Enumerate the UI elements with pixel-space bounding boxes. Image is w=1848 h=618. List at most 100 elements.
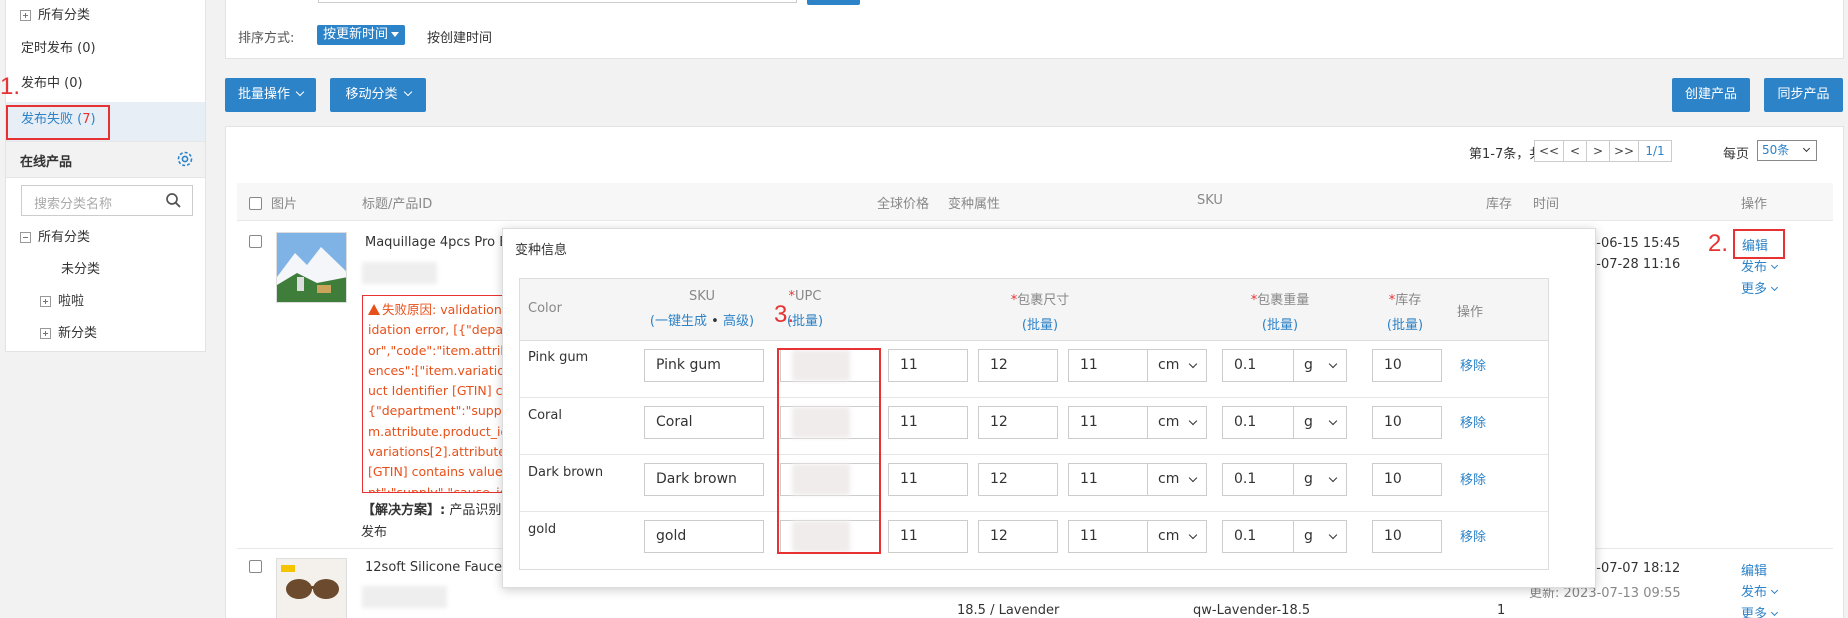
sidebar-item-all-categories[interactable]: 所有分类 [20, 0, 90, 33]
row-checkbox[interactable] [249, 235, 262, 248]
row1-more-link[interactable]: 更多 [1741, 278, 1779, 297]
stock-bulk-link[interactable]: 批量 [1392, 318, 1418, 333]
package-height-input[interactable]: 11 [1068, 520, 1148, 553]
size-unit-select[interactable]: cm [1147, 520, 1207, 553]
variant-stock-input[interactable]: 10 [1372, 406, 1442, 439]
table-header [237, 183, 1833, 221]
variant-sku-input[interactable]: Coral [644, 406, 764, 439]
package-height-input[interactable]: 11 [1068, 463, 1148, 496]
tree-item-new-category[interactable]: 新分类 [40, 317, 97, 351]
remove-variant-link[interactable]: 移除 [1460, 469, 1486, 488]
variant-color: Coral [528, 408, 562, 423]
package-width-input[interactable]: 12 [978, 406, 1058, 439]
package-length-input[interactable]: 11 [888, 406, 968, 439]
variant-stock-input[interactable]: 10 [1372, 463, 1442, 496]
package-weight-input[interactable]: 0.1 [1222, 349, 1294, 382]
search-button-edge[interactable] [807, 0, 860, 5]
expand-icon[interactable] [40, 296, 51, 307]
expand-icon[interactable] [40, 328, 51, 339]
sort-by-update[interactable]: 按更新时间 [317, 25, 406, 45]
weight-unit-select[interactable]: g [1293, 406, 1347, 439]
variant-row: Dark brown Dark brown 11 12 11 cm 0.1 g … [520, 455, 1548, 512]
row2-edit-link[interactable]: 编辑 [1741, 560, 1767, 579]
variant-stock-input[interactable]: 10 [1372, 520, 1442, 553]
remove-variant-link[interactable]: 移除 [1460, 355, 1486, 374]
header-title: 标题/产品ID [362, 197, 433, 212]
package-length-input[interactable]: 11 [888, 463, 968, 496]
header-package-weight: *包裹重量 (批量) [1250, 293, 1310, 333]
remove-variant-link[interactable]: 移除 [1460, 526, 1486, 545]
row2-publish-link[interactable]: 发布 [1741, 581, 1779, 600]
sku-advanced-link[interactable]: 高级 [723, 314, 749, 329]
chevron-down-icon [1770, 283, 1779, 292]
row2-time-created: 3-07-07 18:12 [1588, 561, 1681, 576]
variant-sku-input[interactable]: gold [644, 520, 764, 553]
publish-link[interactable]: 发布 [361, 521, 387, 540]
header-color: Color [528, 301, 562, 316]
package-weight-input[interactable]: 0.1 [1222, 520, 1294, 553]
next-page-button[interactable]: > [1586, 140, 1610, 162]
variant-sku-input[interactable]: Pink gum [644, 349, 764, 382]
tree-item-all[interactable]: 所有分类 [20, 221, 90, 255]
package-width-input[interactable]: 12 [978, 520, 1058, 553]
product-thumbnail[interactable] [276, 232, 347, 303]
caret-down-icon [391, 32, 400, 37]
variant-stock-input[interactable]: 10 [1372, 349, 1442, 382]
tree-item-uncategorized[interactable]: 未分类 [61, 253, 100, 287]
header-stock: *库存 (批量) [1386, 293, 1424, 333]
row-checkbox[interactable] [249, 560, 262, 573]
row2-more-link[interactable]: 更多 [1741, 603, 1779, 618]
prev-page-button[interactable]: < [1563, 140, 1587, 162]
sidebar-item-scheduled[interactable]: 定时发布 (0) [21, 32, 96, 66]
per-page-select[interactable]: 50条 [1757, 140, 1817, 161]
package-length-input[interactable]: 11 [888, 349, 968, 382]
product-title[interactable]: 12soft Silicone Faucet S [365, 560, 520, 575]
collapse-icon[interactable] [20, 232, 31, 243]
sku-auto-generate-link[interactable]: 一键生成 [655, 314, 707, 329]
expand-icon[interactable] [20, 10, 31, 21]
variant-sku-input[interactable]: Dark brown [644, 463, 764, 496]
package-length-input[interactable]: 11 [888, 520, 968, 553]
bulk-operation-button[interactable]: 批量操作 [225, 78, 316, 112]
category-search-input[interactable]: 搜索分类名称 [21, 185, 193, 216]
variant-color: Pink gum [528, 350, 589, 365]
highlight-upc-column [777, 348, 881, 554]
package-size-bulk-link[interactable]: 批量 [1027, 318, 1053, 333]
create-product-button[interactable]: 创建产品 [1672, 78, 1750, 112]
weight-unit-select[interactable]: g [1293, 349, 1347, 382]
last-page-button[interactable]: >> [1609, 140, 1639, 162]
product-thumbnail[interactable] [276, 558, 347, 618]
package-height-input[interactable]: 11 [1068, 349, 1148, 382]
product-title[interactable]: Maquillage 4pcs Pro Be [365, 235, 516, 250]
tree-item-lala[interactable]: 啦啦 [40, 285, 84, 319]
remove-variant-link[interactable]: 移除 [1460, 412, 1486, 431]
package-width-input[interactable]: 12 [978, 463, 1058, 496]
search-box-edge[interactable] [318, 0, 797, 3]
select-all-checkbox[interactable] [249, 197, 262, 210]
package-weight-input[interactable]: 0.1 [1222, 406, 1294, 439]
gear-icon[interactable] [176, 150, 194, 168]
row1-time-created: 3-06-15 15:45 [1588, 236, 1681, 251]
variant-row: gold gold 11 12 11 cm 0.1 g 10 移除 [520, 512, 1548, 569]
package-weight-input[interactable]: 0.1 [1222, 463, 1294, 496]
size-unit-select[interactable]: cm [1147, 406, 1207, 439]
package-height-input[interactable]: 11 [1068, 406, 1148, 439]
size-unit-select[interactable]: cm [1147, 349, 1207, 382]
upc-bulk-link[interactable]: 批量 [792, 314, 818, 329]
sidebar-item-publishing[interactable]: 发布中 (0) [21, 67, 83, 101]
weight-unit-select[interactable]: g [1293, 520, 1347, 553]
move-category-button[interactable]: 移动分类 [330, 78, 426, 112]
first-page-button[interactable]: << [1534, 140, 1564, 162]
chevron-down-icon [1188, 416, 1198, 426]
variant-table: Color SKU (一键生成 • 高级) *UPC (批量) *包裹尺寸 (批… [519, 278, 1549, 570]
package-width-input[interactable]: 12 [978, 349, 1058, 382]
sort-by-create[interactable]: 按创建时间 [427, 27, 492, 46]
annotation-2: 2. [1708, 230, 1729, 257]
weight-unit-select[interactable]: g [1293, 463, 1347, 496]
search-icon[interactable] [165, 192, 182, 213]
blurred-product-id [362, 262, 437, 284]
chevron-down-icon [1802, 144, 1811, 153]
size-unit-select[interactable]: cm [1147, 463, 1207, 496]
sync-product-button[interactable]: 同步产品 [1764, 78, 1843, 112]
package-weight-bulk-link[interactable]: 批量 [1267, 318, 1293, 333]
